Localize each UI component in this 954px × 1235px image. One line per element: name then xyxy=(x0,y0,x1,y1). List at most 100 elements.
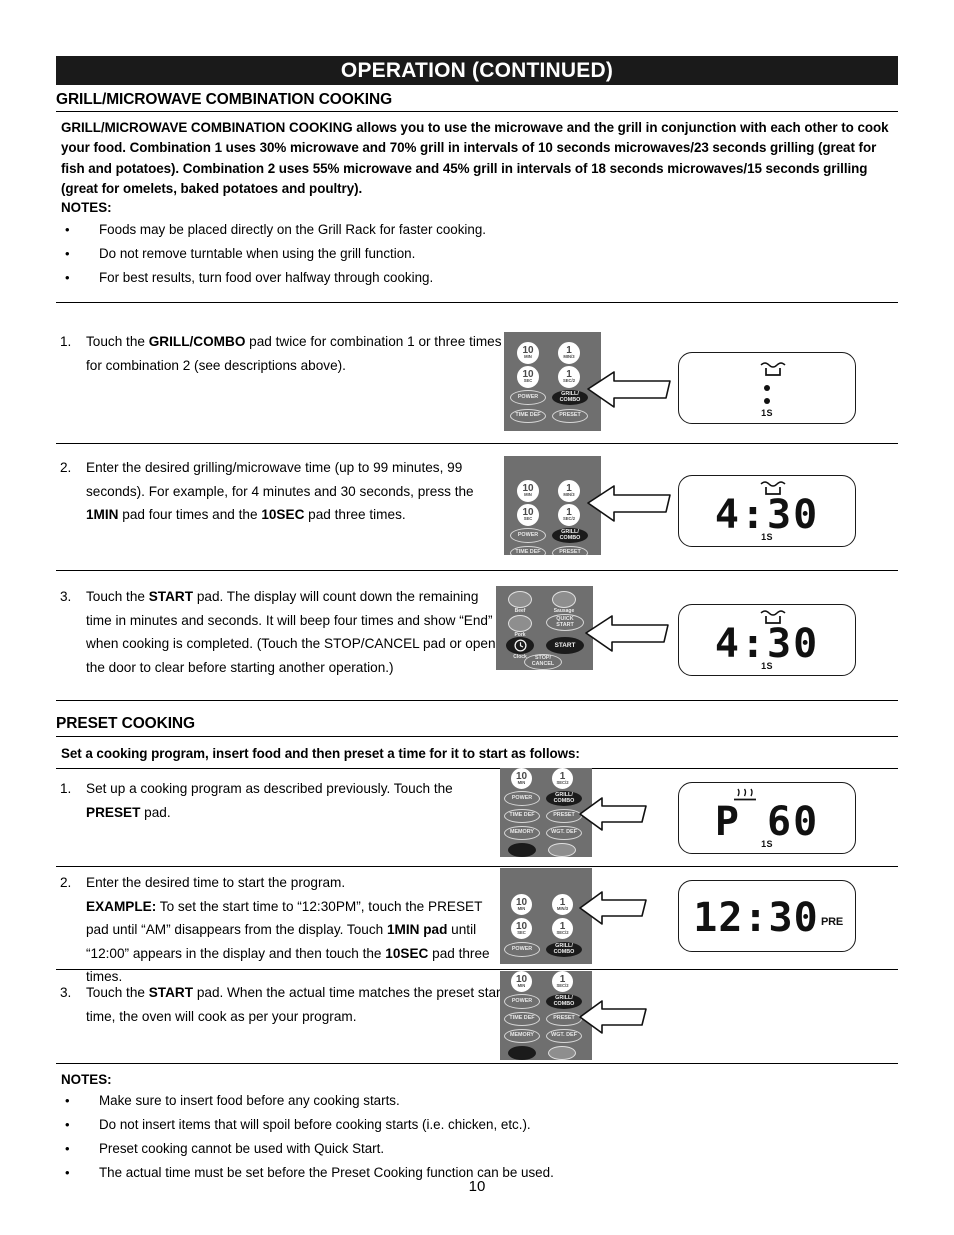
pointer-arrow-icon xyxy=(579,891,647,925)
key-sausage[interactable] xyxy=(552,591,576,608)
key-food-1[interactable] xyxy=(508,843,536,857)
manual-page: OPERATION (CONTINUED) GRILL/MICROWAVE CO… xyxy=(56,0,898,1235)
key-power[interactable]: POWER xyxy=(510,390,546,405)
key-food-2[interactable] xyxy=(548,1046,576,1060)
key-10min[interactable]: 10 MIN xyxy=(517,342,539,364)
step-text: Enter the desired time to start the prog… xyxy=(86,875,490,984)
key-pork[interactable] xyxy=(508,615,532,632)
key-10min[interactable]: 10 MIN xyxy=(511,971,532,992)
key-grill-combo[interactable]: GRILL/ COMBO xyxy=(546,942,582,957)
divider xyxy=(56,969,898,970)
keypad-graphic: Beef Sausage Pork QUICK START Clock STAR… xyxy=(496,586,593,670)
key-10min[interactable]: 10 MIN xyxy=(511,768,532,789)
section-heading-text: PRESET COOKING xyxy=(56,715,195,732)
key-preset[interactable]: PRESET xyxy=(552,409,588,423)
divider xyxy=(56,700,898,701)
key-time-def[interactable]: TIME DEF xyxy=(510,546,546,555)
lcd-display: 1S xyxy=(678,352,856,424)
step-number: 2. xyxy=(60,460,72,475)
lcd-colon-dots xyxy=(764,385,770,404)
section-intro-paragraph: GRILL/MICROWAVE COMBINATION COOKING allo… xyxy=(61,120,889,197)
key-clock[interactable] xyxy=(506,637,534,654)
list-item-text: Do not insert items that will spoil befo… xyxy=(99,1117,531,1132)
step-number: 1. xyxy=(60,781,72,796)
list-item-text: Make sure to insert food before any cook… xyxy=(99,1093,400,1108)
key-grill-combo[interactable]: GRILL/ COMBO xyxy=(546,994,582,1009)
key-power[interactable]: POWER xyxy=(510,528,546,543)
key-memory[interactable]: MEMORY xyxy=(504,826,540,840)
divider xyxy=(56,302,898,303)
list-item: • Do not insert items that will spoil bef… xyxy=(61,1113,821,1137)
key-preset[interactable]: PRESET xyxy=(546,1012,582,1026)
key-10min[interactable]: 10 MIN xyxy=(511,894,532,915)
notes-label: NOTES: xyxy=(61,200,112,215)
key-10sec[interactable]: 10 SEC xyxy=(517,504,539,526)
key-food-2[interactable] xyxy=(548,843,576,857)
key-10min[interactable]: 10 MIN xyxy=(517,480,539,502)
bullet-icon: • xyxy=(65,1093,70,1108)
list-item: • For best results, turn food over halfwa… xyxy=(61,266,761,290)
bullet-icon: • xyxy=(65,270,70,285)
key-power[interactable]: POWER xyxy=(504,994,540,1009)
notes-label: NOTES: xyxy=(61,1072,112,1087)
key-food-1[interactable] xyxy=(508,1046,536,1060)
step-number: 2. xyxy=(60,875,72,890)
list-item: • Do not remove turntable when using the … xyxy=(61,242,761,266)
pointer-arrow-icon xyxy=(587,371,671,408)
step-text: Touch the GRILL/COMBO pad twice for comb… xyxy=(86,334,502,373)
key-time-def[interactable]: TIME DEF xyxy=(510,409,546,423)
key-grill-combo[interactable]: GRILL/ COMBO xyxy=(546,791,582,806)
divider xyxy=(56,866,898,867)
key-grill-combo[interactable]: GRILL/ COMBO xyxy=(552,390,588,405)
key-1sec[interactable]: 1 SEC/2 xyxy=(552,918,573,939)
list-item: • Foods may be placed directly on the Gri… xyxy=(61,218,761,242)
key-quick-start[interactable]: QUICK START xyxy=(546,614,584,631)
section-heading-text: GRILL/MICROWAVE COMBINATION COOKING xyxy=(56,91,393,108)
divider xyxy=(56,111,898,112)
key-wgt-def[interactable]: WGT. DEF xyxy=(546,826,582,840)
list-item-text: Foods may be placed directly on the Gril… xyxy=(99,222,487,237)
key-10sec[interactable]: 10 SEC xyxy=(511,918,532,939)
divider xyxy=(56,768,898,769)
key-memory[interactable]: MEMORY xyxy=(504,1029,540,1043)
grill-icon xyxy=(760,362,786,376)
key-1sec[interactable]: 1 SEC/2 xyxy=(558,366,580,388)
key-1sec[interactable]: 1 SEC/2 xyxy=(558,504,580,526)
divider xyxy=(56,1063,898,1064)
key-power[interactable]: POWER xyxy=(504,791,540,806)
key-10sec[interactable]: 10 SEC xyxy=(517,366,539,388)
key-power[interactable]: POWER xyxy=(504,942,540,957)
key-time-def[interactable]: TIME DEF xyxy=(504,1012,540,1026)
lcd-pre-indicator: PRE xyxy=(820,916,843,928)
key-preset[interactable]: PRESET xyxy=(552,546,588,555)
pointer-arrow-icon xyxy=(587,485,671,522)
list-item: • Preset cooking cannot be used with Quic… xyxy=(61,1137,821,1161)
lcd-sub-label: 1S xyxy=(761,408,773,418)
key-1min[interactable]: 1 MIN/3 xyxy=(558,480,580,502)
key-start[interactable]: START xyxy=(546,637,584,654)
step-text: Set up a cooking program as described pr… xyxy=(86,781,453,820)
pointer-arrow-icon xyxy=(585,615,669,652)
key-1min[interactable]: 1 MIN/3 xyxy=(558,342,580,364)
key-beef[interactable] xyxy=(508,591,532,608)
section-subheading: Set a cooking program, insert food and t… xyxy=(61,746,580,761)
page-title: OPERATION (CONTINUED) xyxy=(340,58,614,82)
divider xyxy=(56,443,898,444)
lcd-sub-label: 1S xyxy=(761,661,773,671)
key-1min[interactable]: 1 MIN/3 xyxy=(552,894,573,915)
key-preset[interactable]: PRESET xyxy=(546,809,582,823)
step-number: 1. xyxy=(60,334,72,349)
key-time-def[interactable]: TIME DEF xyxy=(504,809,540,823)
lcd-display: 4:30 1S xyxy=(678,475,856,547)
notes-list: • Make sure to insert food before any coo… xyxy=(61,1089,821,1185)
key-1sec[interactable]: 1 SEC/2 xyxy=(552,971,573,992)
divider xyxy=(56,570,898,571)
list-item-text: For best results, turn food over halfway… xyxy=(99,270,434,285)
lcd-sub-label: 1S xyxy=(761,532,773,542)
list-item-text: Do not remove turntable when using the g… xyxy=(99,246,416,261)
key-1sec[interactable]: 1 SEC/2 xyxy=(552,768,573,789)
bullet-icon: • xyxy=(65,1117,70,1132)
key-wgt-def[interactable]: WGT. DEF xyxy=(546,1029,582,1043)
key-grill-combo[interactable]: GRILL/ COMBO xyxy=(552,528,588,543)
key-stop-cancel[interactable]: STOP/ CANCEL xyxy=(524,654,562,670)
